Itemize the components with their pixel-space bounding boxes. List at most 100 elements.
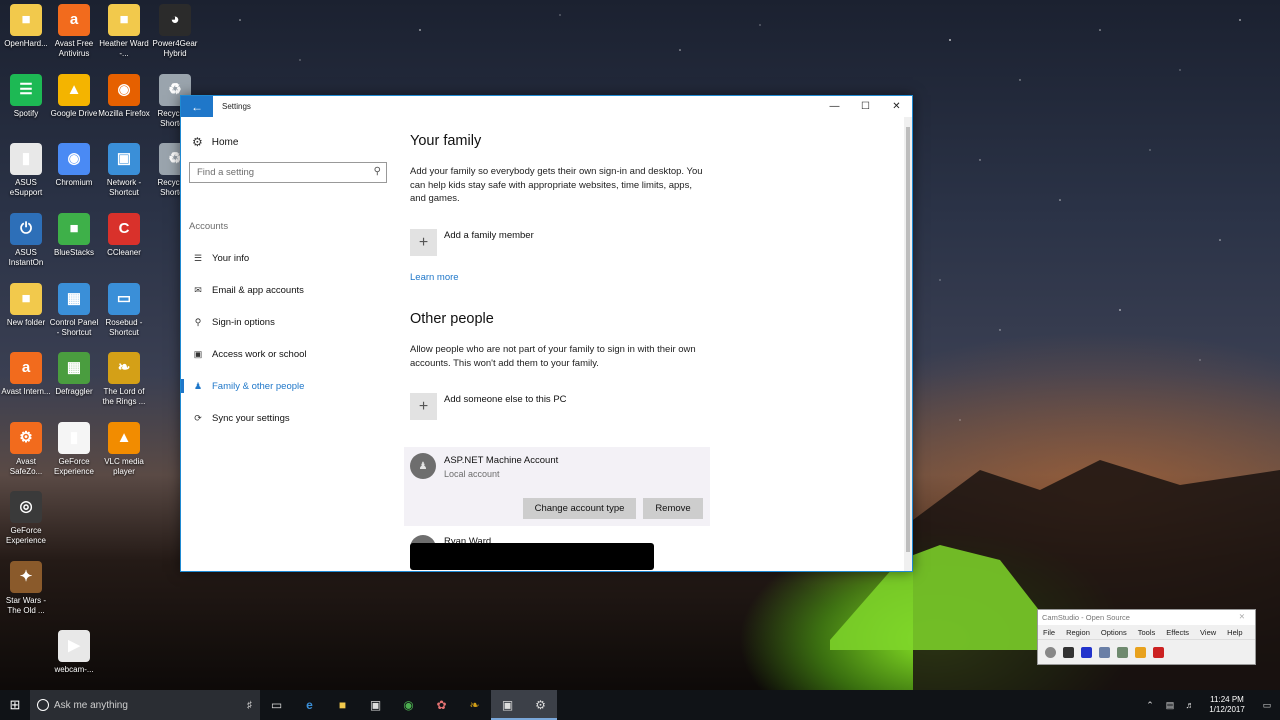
- family-heading: Your family: [410, 133, 482, 149]
- sidebar-item-email[interactable]: ✉ Email & app accounts: [181, 279, 393, 301]
- chevron-up-icon[interactable]: ⌃: [1140, 700, 1160, 711]
- menu-help[interactable]: Help: [1227, 628, 1242, 637]
- network-icon[interactable]: ▤: [1160, 700, 1180, 711]
- folder-icon: ■: [108, 4, 140, 36]
- avatar: ♟: [410, 453, 436, 479]
- sidebar-item-sign-in[interactable]: ⚲ Sign-in options: [181, 311, 393, 333]
- desktop-icon[interactable]: ■ Heather Ward -...: [98, 4, 150, 59]
- main-content: Your family Add your family so everybody…: [404, 117, 912, 571]
- start-button[interactable]: ⊞: [0, 690, 30, 720]
- maximize-button[interactable]: ☐: [850, 96, 881, 117]
- volume-icon[interactable]: ♬: [1180, 700, 1200, 710]
- close-icon[interactable]: ✕: [1239, 612, 1245, 621]
- desktop-icon[interactable]: ▦ Defraggler: [48, 352, 100, 397]
- desktop-icon[interactable]: ■ OpenHard...: [0, 4, 52, 49]
- taskbar-app[interactable]: ✿: [425, 690, 458, 720]
- desktop-icon[interactable]: ⏻ ASUS InstantOn: [0, 213, 52, 268]
- minimize-icon: —: [829, 101, 840, 112]
- desktop-icon[interactable]: ▭ Rosebud - Shortcut: [98, 283, 150, 338]
- desktop-icon-label: GeForce Experience: [53, 457, 95, 476]
- gear-icon: ⚙: [535, 698, 546, 712]
- task-view-icon: ▭: [270, 698, 283, 712]
- sidebar-item-work-school[interactable]: ▣ Access work or school: [181, 343, 393, 365]
- desktop-icon-label: Defraggler: [55, 387, 93, 396]
- task-view-button[interactable]: ▭: [260, 690, 293, 720]
- plus-icon: +: [410, 393, 437, 420]
- clock[interactable]: 11:24 PM 1/12/2017: [1200, 695, 1254, 715]
- system-tray: ⌃ ▤ ♬ 11:24 PM 1/12/2017 ▭: [1140, 690, 1280, 720]
- taskbar-lotro[interactable]: ❧: [458, 690, 491, 720]
- desktop-icon[interactable]: ▣ Network - Shortcut: [98, 143, 150, 198]
- star-wars-icon: ✦: [10, 561, 42, 593]
- sidebar-item-family[interactable]: ♟ Family & other people: [181, 375, 393, 397]
- search-input[interactable]: Find a setting ⚲: [189, 162, 387, 183]
- options-icon[interactable]: [1117, 646, 1128, 658]
- account-card[interactable]: ♟ ASP.NET Machine Account Local account …: [404, 447, 710, 526]
- region-icon[interactable]: [1099, 646, 1110, 658]
- desktop-icon-label: Rosebud - Shortcut: [105, 318, 143, 337]
- close-button[interactable]: ✕: [881, 96, 912, 117]
- menu-tools[interactable]: Tools: [1138, 628, 1156, 637]
- desktop-icon[interactable]: a Avast Free Antivirus: [48, 4, 100, 59]
- menu-region[interactable]: Region: [1066, 628, 1090, 637]
- sidebar-item-sync[interactable]: ⟳ Sync your settings: [181, 407, 393, 429]
- desktop-icon[interactable]: ▮ ASUS eSupport: [0, 143, 52, 198]
- sidebar-item-your-info[interactable]: ☰ Your info: [181, 247, 393, 269]
- minimize-button[interactable]: —: [819, 96, 850, 117]
- annotation-icon[interactable]: [1153, 646, 1164, 658]
- menu-view[interactable]: View: [1200, 628, 1216, 637]
- record-icon[interactable]: [1045, 646, 1056, 658]
- taskbar-search[interactable]: Ask me anything ♯: [30, 690, 260, 720]
- chromium-icon: ◉: [58, 143, 90, 175]
- notification-icon[interactable]: ▭: [1254, 700, 1280, 711]
- desktop-icon[interactable]: ▮ GeForce Experience: [48, 422, 100, 477]
- desktop-icon[interactable]: ◉ Mozilla Firefox: [98, 74, 150, 119]
- add-family-member-button[interactable]: + Add a family member: [410, 229, 534, 256]
- desktop-icon[interactable]: a Avast Intern...: [0, 352, 52, 397]
- nav-home[interactable]: ⚙ Home: [192, 135, 238, 149]
- add-someone-button[interactable]: + Add someone else to this PC: [410, 393, 567, 420]
- change-account-type-button[interactable]: Change account type: [523, 498, 636, 519]
- learn-more-link[interactable]: Learn more: [410, 272, 459, 283]
- taskbar-store[interactable]: ▣: [359, 690, 392, 720]
- settings-icon[interactable]: [1135, 646, 1146, 658]
- store-icon: ▣: [369, 698, 382, 712]
- taskbar-settings[interactable]: ⚙: [524, 690, 557, 720]
- pause-icon[interactable]: [1063, 646, 1074, 658]
- desktop-icon-label: Avast Intern...: [1, 387, 51, 396]
- camstudio-toolbar: [1038, 639, 1255, 664]
- redaction-bar: [410, 543, 654, 570]
- sidebar-item-label: Access work or school: [212, 348, 307, 360]
- desktop-icon[interactable]: ◎ GeForce Experience: [0, 491, 52, 546]
- menu-file[interactable]: File: [1043, 628, 1055, 637]
- scrollbar-thumb[interactable]: [906, 127, 910, 552]
- taskbar-file-explorer[interactable]: ■: [326, 690, 359, 720]
- taskbar-camstudio[interactable]: ▣: [491, 690, 524, 720]
- stop-icon[interactable]: [1081, 646, 1092, 658]
- settings-window: ← Settings — ☐ ✕ ⚙ Home Find a setting ⚲…: [180, 95, 913, 572]
- back-button[interactable]: ←: [181, 96, 213, 117]
- desktop-icon[interactable]: ❧ The Lord of the Rings ...: [98, 352, 150, 407]
- desktop-icon[interactable]: ▲ VLC media player: [98, 422, 150, 477]
- remove-button[interactable]: Remove: [643, 498, 703, 519]
- desktop-icon[interactable]: ▦ Control Panel - Shortcut: [48, 283, 100, 338]
- desktop-icon-label: VLC media player: [104, 457, 144, 476]
- desktop-icon[interactable]: ◉ Chromium: [48, 143, 100, 188]
- desktop-icon[interactable]: ■ BlueStacks: [48, 213, 100, 258]
- desktop-icon[interactable]: ⚙ Avast SafeZo...: [0, 422, 52, 477]
- desktop-icon-label: Avast SafeZo...: [9, 457, 43, 476]
- desktop-icon[interactable]: ☰ Spotify: [0, 74, 52, 119]
- edge-icon: e: [306, 698, 313, 712]
- desktop-icon[interactable]: ◕ Power4Gear Hybrid: [149, 4, 201, 59]
- taskbar-chrome[interactable]: ◉: [392, 690, 425, 720]
- desktop-icon[interactable]: C CCleaner: [98, 213, 150, 258]
- menu-options[interactable]: Options: [1101, 628, 1127, 637]
- desktop-icon[interactable]: ▲ Google Drive: [48, 74, 100, 119]
- scrollbar[interactable]: [904, 117, 912, 571]
- taskbar-edge[interactable]: e: [293, 690, 326, 720]
- desktop-icon[interactable]: ▶ webcam-...: [48, 630, 100, 675]
- desktop-icon[interactable]: ✦ Star Wars - The Old ...: [0, 561, 52, 616]
- desktop-icon[interactable]: ■ New folder: [0, 283, 52, 328]
- other-people-description: Allow people who are not part of your fa…: [410, 344, 696, 369]
- menu-effects[interactable]: Effects: [1166, 628, 1189, 637]
